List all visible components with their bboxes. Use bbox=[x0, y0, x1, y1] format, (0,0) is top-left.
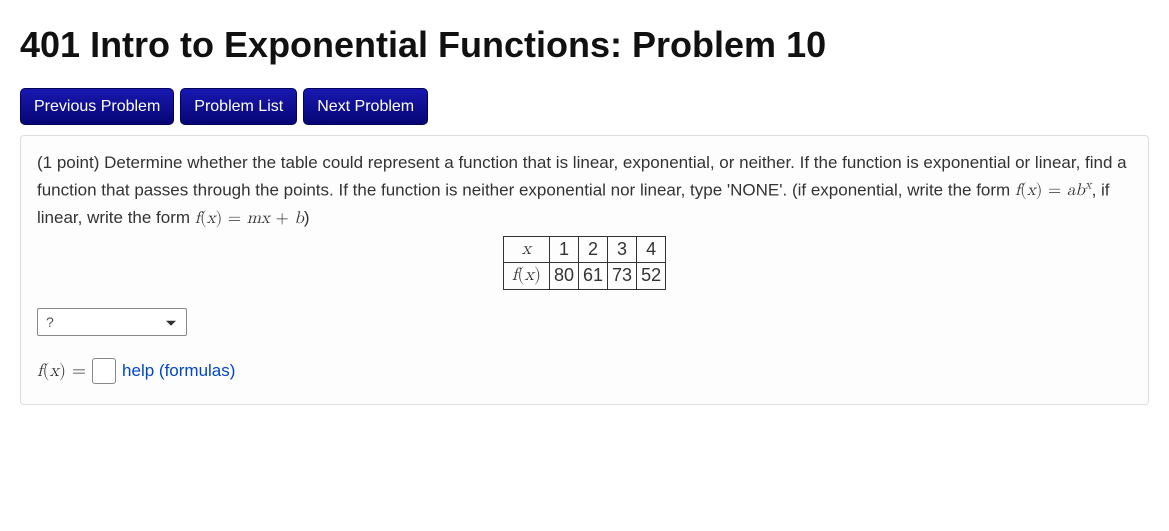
statement-part1: Determine whether the table could repres… bbox=[37, 153, 1127, 199]
fx-cell: 80 bbox=[549, 263, 578, 289]
fx-cell: 73 bbox=[608, 263, 637, 289]
data-table: x 1 2 3 4 f(x) 80 61 73 52 bbox=[503, 236, 666, 290]
x-cell: 3 bbox=[608, 236, 637, 262]
function-answer-input[interactable] bbox=[92, 358, 116, 384]
fx-cell: 61 bbox=[579, 263, 608, 289]
problem-body: (1 point) Determine whether the table co… bbox=[20, 135, 1149, 404]
x-cell: 4 bbox=[637, 236, 666, 262]
points-label: (1 point) bbox=[37, 153, 104, 172]
x-cell: 2 bbox=[579, 236, 608, 262]
math-exponential-form: f(x) = abx bbox=[1015, 180, 1092, 199]
statement-part3: ) bbox=[304, 208, 310, 227]
fx-cell: 52 bbox=[637, 263, 666, 289]
math-linear-form: f(x) = mx + b bbox=[195, 208, 304, 227]
problem-statement: (1 point) Determine whether the table co… bbox=[37, 150, 1132, 232]
problem-list-button[interactable]: Problem List bbox=[180, 88, 297, 125]
problem-nav: Previous Problem Problem List Next Probl… bbox=[20, 88, 1149, 125]
fx-row-header: f(x) bbox=[503, 263, 549, 289]
previous-problem-button[interactable]: Previous Problem bbox=[20, 88, 174, 125]
x-cell: 1 bbox=[549, 236, 578, 262]
function-type-select[interactable]: ? bbox=[37, 308, 187, 336]
help-formulas-link[interactable]: help (formulas) bbox=[122, 361, 235, 381]
table-row: f(x) 80 61 73 52 bbox=[503, 263, 665, 289]
fx-equals-label: f(x) = bbox=[37, 360, 86, 382]
answer-row: f(x) = help (formulas) bbox=[37, 358, 1132, 384]
page-title: 401 Intro to Exponential Functions: Prob… bbox=[20, 24, 1149, 66]
table-row: x 1 2 3 4 bbox=[503, 236, 665, 262]
next-problem-button[interactable]: Next Problem bbox=[303, 88, 428, 125]
x-row-header: x bbox=[503, 236, 549, 262]
function-type-selected: ? bbox=[46, 314, 54, 330]
